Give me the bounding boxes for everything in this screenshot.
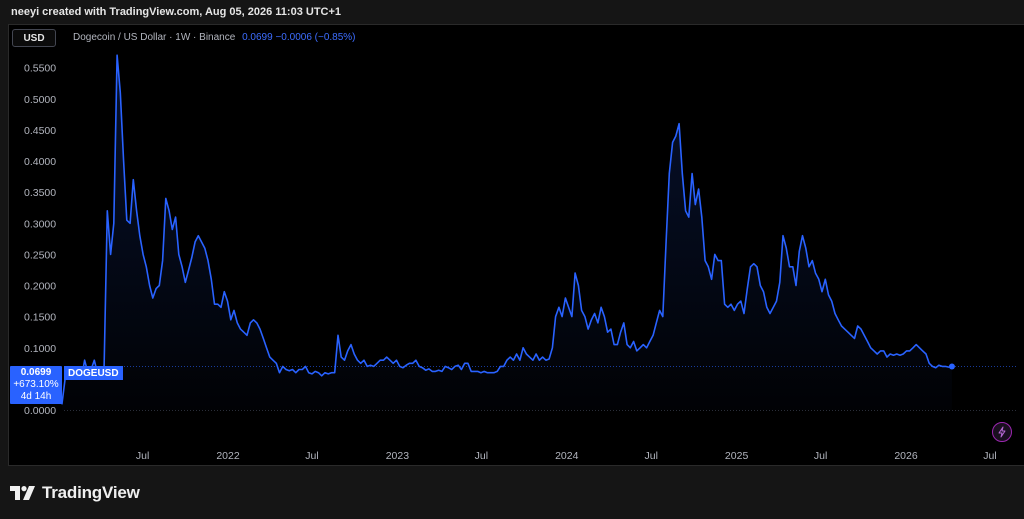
x-tick-label: 2026	[894, 450, 918, 462]
currency-button[interactable]: USD	[12, 29, 56, 47]
symbol-price: 0.0699	[242, 32, 273, 43]
x-tick-label: Jul	[305, 450, 318, 462]
x-tick-label: Jul	[475, 450, 488, 462]
badge-countdown: 4d 14h	[20, 391, 52, 402]
x-tick-label: 2024	[555, 450, 579, 462]
y-tick-label: 0.4000	[24, 156, 56, 168]
y-tick-label: 0.5500	[24, 63, 56, 75]
symbol-change: −0.0006 (−0.85%)	[275, 32, 356, 43]
x-tick-label: 2025	[725, 450, 749, 462]
price-area	[61, 55, 952, 410]
y-tick-label: 0.1000	[24, 343, 56, 355]
badge-price: 0.0699	[20, 367, 52, 378]
last-price-dot	[948, 363, 955, 370]
x-tick-label: Jul	[983, 450, 996, 462]
tradingview-logo[interactable]: TradingView	[10, 483, 140, 503]
x-tick-label: 2022	[216, 450, 240, 462]
y-tick-label: 0.0000	[24, 405, 56, 417]
x-tick-label: 2023	[386, 450, 410, 462]
badge-percent: +673.10%	[13, 379, 59, 390]
y-tick-label: 0.2000	[24, 281, 56, 293]
symbol-description: Dogecoin / US Dollar · 1W · Binance	[73, 32, 236, 43]
x-axis: Jul 2022 Jul 2023 Jul 2024 Jul 2025 Jul 2026 Jul	[136, 450, 997, 462]
ticker-badge: DOGEUSD	[64, 366, 123, 380]
brand-name: TradingView	[42, 483, 140, 502]
last-price-badge: 0.0699 +673.10% 4d 14h	[10, 366, 62, 404]
y-tick-label: 0.4500	[24, 125, 56, 137]
y-tick-label: 0.1500	[24, 312, 56, 324]
y-tick-label: 0.2500	[24, 249, 56, 261]
price-chart: 0.5500 0.5000 0.4500 0.4000 0.3500 0.3000 0.25…	[24, 54, 1016, 462]
lightning-bolt-icon[interactable]	[992, 422, 1012, 442]
x-tick-label: Jul	[136, 450, 149, 462]
y-axis: 0.5500 0.5000 0.4500 0.4000 0.3500 0.3000 0.25…	[24, 63, 56, 417]
y-tick-label: 0.5000	[24, 94, 56, 106]
y-tick-label: 0.3000	[24, 218, 56, 230]
x-tick-label: Jul	[645, 450, 658, 462]
x-tick-label: Jul	[814, 450, 827, 462]
tradingview-logo-icon	[10, 486, 35, 500]
y-tick-label: 0.3500	[24, 187, 56, 199]
symbol-legend[interactable]: Dogecoin / US Dollar · 1W · Binance 0.06…	[73, 32, 356, 43]
